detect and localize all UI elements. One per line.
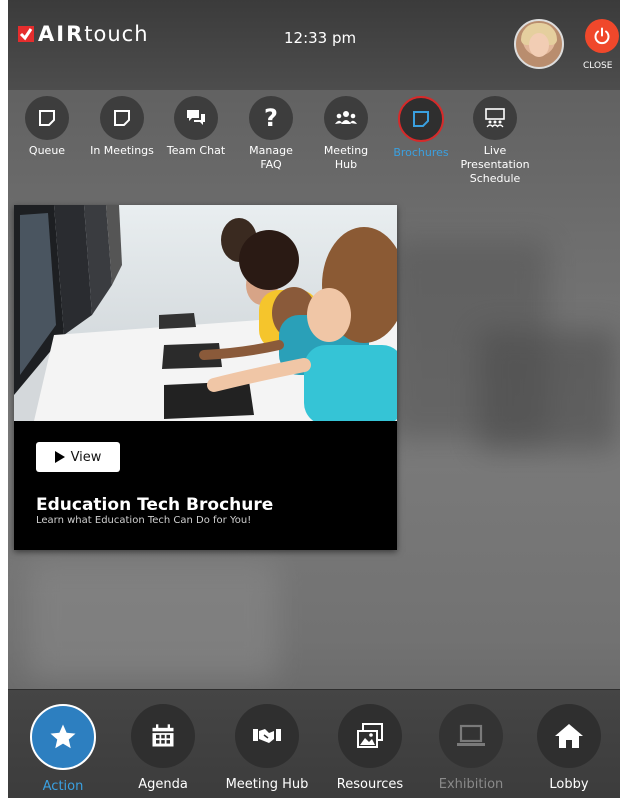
view-button[interactable]: View bbox=[36, 442, 120, 472]
group-icon bbox=[335, 111, 357, 124]
toolbar-item-team-chat[interactable]: Team Chat bbox=[159, 96, 233, 158]
avatar[interactable] bbox=[514, 19, 564, 69]
team-chat-button[interactable] bbox=[174, 96, 218, 140]
view-button-label: View bbox=[70, 449, 102, 465]
nav-label: Agenda bbox=[138, 777, 188, 792]
in-meetings-button[interactable] bbox=[100, 96, 144, 140]
toolbar-label: Brochures bbox=[393, 146, 449, 159]
meeting-hub-nav-button[interactable] bbox=[235, 704, 299, 768]
chat-icon bbox=[187, 110, 205, 125]
laptop-icon bbox=[457, 724, 485, 746]
brochure-card[interactable]: View Education Tech Brochure Learn what … bbox=[14, 205, 397, 550]
power-icon bbox=[594, 27, 610, 45]
presentation-icon bbox=[485, 108, 505, 128]
toolbar-item-brochures[interactable]: Brochures bbox=[384, 96, 458, 160]
images-icon bbox=[357, 723, 383, 748]
close-button[interactable] bbox=[585, 19, 619, 53]
toolbar-item-meeting-hub[interactable]: Meeting Hub bbox=[309, 96, 383, 172]
nav-item-resources[interactable]: Resources bbox=[325, 704, 415, 792]
exhibition-button[interactable] bbox=[439, 704, 503, 768]
play-icon bbox=[54, 451, 65, 463]
nav-label: Lobby bbox=[549, 777, 589, 792]
toolbar-label: Live Presentation Schedule bbox=[460, 144, 530, 185]
nav-item-action[interactable]: Action bbox=[18, 704, 108, 794]
note-icon bbox=[39, 110, 55, 126]
classroom-photo bbox=[14, 205, 397, 421]
toolbar-item-in-meetings[interactable]: In Meetings bbox=[85, 96, 159, 158]
nav-label: Meeting Hub bbox=[225, 777, 309, 792]
question-icon: ? bbox=[264, 104, 278, 132]
logo-text: touch bbox=[84, 22, 149, 46]
note-icon bbox=[114, 110, 130, 126]
brochure-title: Education Tech Brochure bbox=[36, 495, 274, 515]
toolbar-label: Queue bbox=[28, 144, 66, 157]
toolbar-label: In Meetings bbox=[90, 144, 154, 157]
logo-text-bold: AIR bbox=[38, 22, 85, 46]
close-label: CLOSE bbox=[583, 61, 613, 71]
background-blur bbox=[28, 560, 278, 680]
brochure-image bbox=[14, 205, 397, 421]
star-icon bbox=[50, 724, 76, 749]
toolbar-label: Meeting Hub bbox=[323, 144, 369, 171]
note-icon bbox=[413, 111, 429, 127]
background-blur bbox=[478, 330, 618, 450]
toolbar-label: Team Chat bbox=[166, 144, 226, 157]
app-window: AIR touch 12:33 pm CLOSE Queue In Meetin… bbox=[8, 0, 620, 798]
nav-label: Action bbox=[42, 779, 84, 794]
toolbar-label: Manage FAQ bbox=[249, 144, 293, 171]
clock: 12:33 pm bbox=[284, 29, 357, 47]
toolbar: Queue In Meetings Team Chat ? Manage FAQ bbox=[8, 96, 620, 206]
action-button[interactable] bbox=[30, 704, 96, 770]
header: AIR touch 12:33 pm CLOSE bbox=[8, 0, 620, 90]
toolbar-item-queue[interactable]: Queue bbox=[10, 96, 84, 158]
avatar-face bbox=[529, 33, 549, 57]
lobby-button[interactable] bbox=[537, 704, 601, 768]
manage-faq-button[interactable]: ? bbox=[249, 96, 293, 140]
logo-check-icon bbox=[18, 26, 34, 42]
queue-button[interactable] bbox=[25, 96, 69, 140]
nav-item-exhibition[interactable]: Exhibition bbox=[426, 704, 516, 792]
toolbar-item-live-presentation-schedule[interactable]: Live Presentation Schedule bbox=[450, 96, 540, 186]
nav-item-lobby[interactable]: Lobby bbox=[524, 704, 614, 792]
handshake-icon bbox=[253, 729, 281, 743]
live-presentation-schedule-button[interactable] bbox=[473, 96, 517, 140]
brochure-subtitle: Learn what Education Tech Can Do for You… bbox=[36, 515, 252, 526]
bottom-navigation: Action Agenda Meeting Hub Resources Exhi… bbox=[8, 689, 620, 798]
nav-item-meeting-hub[interactable]: Meeting Hub bbox=[222, 704, 312, 792]
app-logo: AIR touch bbox=[18, 22, 149, 46]
nav-label: Exhibition bbox=[438, 777, 504, 792]
nav-label: Resources bbox=[336, 777, 404, 792]
nav-item-agenda[interactable]: Agenda bbox=[118, 704, 208, 792]
toolbar-item-manage-faq[interactable]: ? Manage FAQ bbox=[234, 96, 308, 172]
brochures-button[interactable] bbox=[398, 96, 444, 142]
home-icon bbox=[555, 724, 583, 748]
resources-button[interactable] bbox=[338, 704, 402, 768]
agenda-button[interactable] bbox=[131, 704, 195, 768]
meeting-hub-button[interactable] bbox=[324, 96, 368, 140]
calendar-icon bbox=[152, 724, 174, 747]
